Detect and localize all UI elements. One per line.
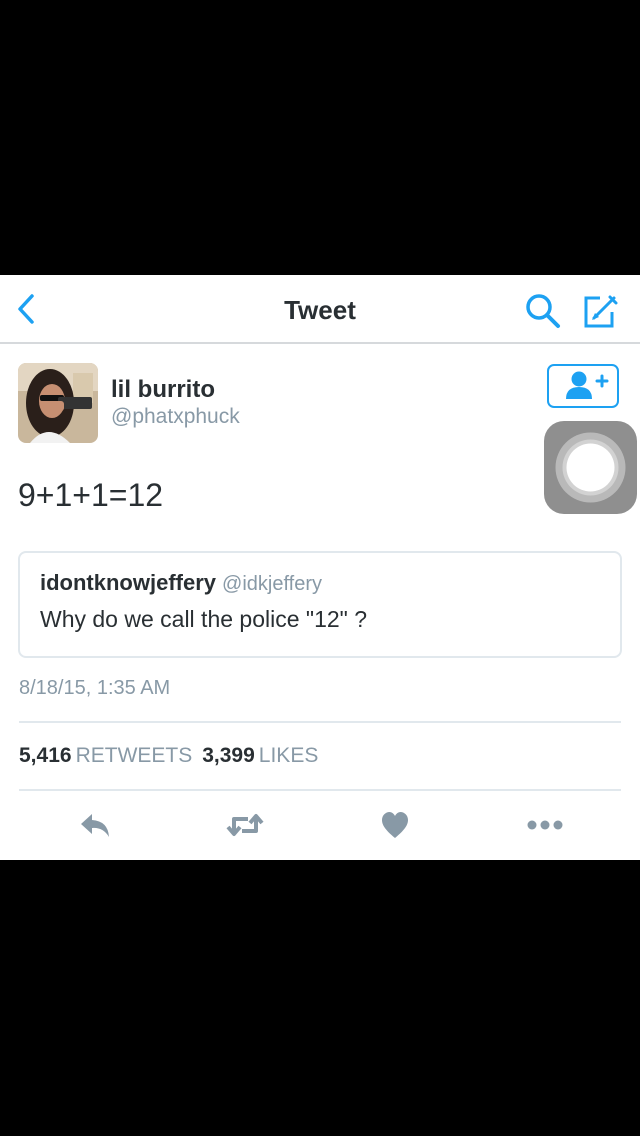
tweet-actions xyxy=(0,805,640,845)
quoted-author-handle: @idkjeffery xyxy=(222,573,322,595)
divider xyxy=(19,789,621,791)
quoted-tweet-card[interactable]: idontknowjeffery @idkjeffery Why do we ca… xyxy=(18,551,622,658)
quoted-tweet-text: Why do we call the police "12" ? xyxy=(40,606,367,632)
avatar[interactable] xyxy=(18,363,98,443)
author-handle[interactable]: @phatxphuck xyxy=(111,405,240,429)
author-name[interactable]: lil burrito xyxy=(111,376,215,404)
quoted-author: idontknowjeffery @idkjeffery xyxy=(40,570,322,596)
quoted-author-name: idontknowjeffery xyxy=(40,570,217,595)
likes-count[interactable]: 3,399 xyxy=(202,744,255,767)
retweets-count[interactable]: 5,416 xyxy=(19,744,72,767)
retweets-label[interactable]: RETWEETS xyxy=(76,744,193,767)
compose-icon[interactable] xyxy=(580,292,620,330)
search-icon[interactable] xyxy=(524,292,562,330)
divider xyxy=(19,721,621,723)
follow-button[interactable] xyxy=(547,364,619,408)
tweet-timestamp: 8/18/15, 1:35 AM xyxy=(19,677,171,699)
assistive-touch-button[interactable] xyxy=(544,421,637,514)
retweet-icon[interactable] xyxy=(225,805,265,845)
likes-label[interactable]: LIKES xyxy=(259,744,319,767)
like-icon[interactable] xyxy=(380,805,410,845)
tweet-text: 9+1+1=12 xyxy=(18,477,164,513)
add-user-icon xyxy=(566,371,609,399)
nav-bar: Tweet xyxy=(0,275,640,344)
tweet-stats: 5,416 RETWEETS 3,399 LIKES xyxy=(19,744,328,768)
reply-icon[interactable] xyxy=(78,805,112,845)
tweet-detail-screen: Tweet lil burrito @phatxphuck 9+1+1=12 i… xyxy=(0,275,640,860)
more-icon[interactable] xyxy=(525,805,565,845)
